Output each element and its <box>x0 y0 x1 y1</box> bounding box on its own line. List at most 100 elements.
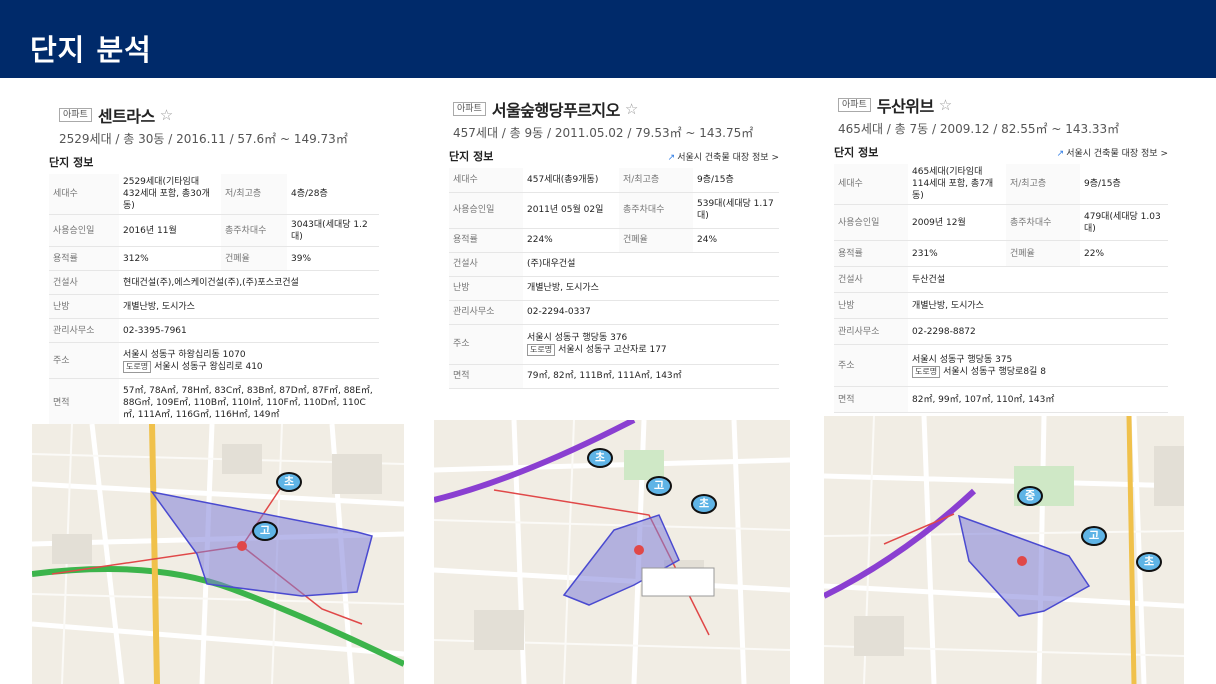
office-label: 관리사무소 <box>49 318 119 343</box>
apartment-tag: 아파트 <box>838 98 871 112</box>
area-label: 면적 <box>49 378 119 427</box>
map-view-2[interactable]: 초 고 초 <box>434 420 790 684</box>
road-address-value: 서울시 성동구 행당로8길 8 <box>943 366 1046 377</box>
area-value: 57㎡, 78A㎡, 78H㎡, 83C㎡, 83B㎡, 87D㎡, 87F㎡,… <box>119 378 379 427</box>
chart-icon: ↗ <box>1056 148 1065 159</box>
far-value: 312% <box>119 246 221 271</box>
builder-label: 건설사 <box>834 266 908 293</box>
complex-name[interactable]: 센트라스 <box>98 103 155 127</box>
apartment-tag: 아파트 <box>59 108 92 122</box>
road-tag: 도로명 <box>123 360 152 373</box>
map-view-3[interactable]: 중 고 초 <box>824 416 1184 684</box>
bcr-value: 39% <box>287 246 379 271</box>
favorite-star-icon[interactable]: ☆ <box>625 100 638 118</box>
complex-summary: 465세대 / 총 7동 / 2009.12 / 82.55㎡ ~ 143.33… <box>838 122 1120 136</box>
road-tag: 도로명 <box>527 344 556 356</box>
heating-value: 개별난방, 도시가스 <box>908 292 1168 319</box>
households-value: 457세대(총9개동) <box>523 168 619 193</box>
section-title: 단지 정보 <box>449 150 494 163</box>
office-value: 02-2298-8872 <box>908 318 1168 345</box>
heating-label: 난방 <box>834 292 908 319</box>
area-label: 면적 <box>449 364 523 389</box>
high-school-icon[interactable]: 고 <box>252 521 278 541</box>
section-title: 단지 정보 <box>49 156 94 169</box>
heating-value: 개별난방, 도시가스 <box>523 276 779 301</box>
approval-label: 사용승인일 <box>49 214 119 247</box>
bcr-label: 건폐율 <box>619 228 693 253</box>
far-label: 용적률 <box>834 240 908 267</box>
office-label: 관리사무소 <box>449 300 523 325</box>
page-header: 단지 분석 <box>0 0 1216 78</box>
floors-label: 저/최고층 <box>221 174 287 215</box>
complex-panel-1: 아파트 센트라스 ☆ 2529세대 / 총 30동 / 2016.11 / 57… <box>49 104 379 427</box>
address-value: 서울시 성동구 하왕십리동 1070 <box>123 349 246 360</box>
floors-value: 9층/15층 <box>693 168 779 193</box>
high-school-icon[interactable]: 고 <box>1081 526 1107 546</box>
office-label: 관리사무소 <box>834 318 908 345</box>
address-value: 서울시 성동구 행당동 376 <box>527 333 628 343</box>
complex-name[interactable]: 두산위브 <box>877 93 934 117</box>
builder-value: 두산건설 <box>908 266 1168 293</box>
page-title: 단지 분석 <box>30 33 152 67</box>
parking-label: 총주차대수 <box>1006 204 1080 241</box>
floors-value: 9층/15층 <box>1080 164 1168 205</box>
road-address-value: 서울시 성동구 고산자로 177 <box>558 345 667 355</box>
elementary-school-icon-2[interactable]: 초 <box>691 494 717 514</box>
area-value: 82㎡, 99㎡, 107㎡, 110㎡, 143㎡ <box>908 386 1168 413</box>
bcr-label: 건폐율 <box>221 246 287 271</box>
area-label: 면적 <box>834 386 908 413</box>
complex-name[interactable]: 서울숲행당푸르지오 <box>492 97 620 121</box>
far-label: 용적률 <box>49 246 119 271</box>
favorite-star-icon[interactable]: ☆ <box>939 96 952 114</box>
builder-label: 건설사 <box>49 270 119 295</box>
registry-link[interactable]: ↗ 서울시 건축물 대장 정보 > <box>1057 146 1168 159</box>
office-value: 02-2294-0337 <box>523 300 779 325</box>
floors-value: 4층/28층 <box>287 174 379 215</box>
far-value: 224% <box>523 228 619 253</box>
far-value: 231% <box>908 240 1006 267</box>
parking-value: 479대(세대당 1.03대) <box>1080 204 1168 241</box>
parking-label: 총주차대수 <box>619 192 693 229</box>
heating-label: 난방 <box>449 276 523 301</box>
elementary-school-icon[interactable]: 초 <box>1136 552 1162 572</box>
bcr-value: 24% <box>693 228 779 253</box>
floors-label: 저/최고층 <box>619 168 693 193</box>
parking-value: 539대(세대당 1.17대) <box>693 192 779 229</box>
households-value: 2529세대(기타임대 432세대 포함, 총30개동) <box>119 174 221 215</box>
section-title: 단지 정보 <box>834 146 879 159</box>
apartment-tag: 아파트 <box>453 102 486 116</box>
area-value: 79㎡, 82㎡, 111B㎡, 111A㎡, 143㎡ <box>523 364 779 389</box>
complex-summary: 2529세대 / 총 30동 / 2016.11 / 57.6㎡ ~ 149.7… <box>59 132 348 146</box>
address-label: 주소 <box>449 324 523 365</box>
builder-value: 현대건설(주),에스케이건설(주),(주)포스코건설 <box>119 270 379 295</box>
builder-label: 건설사 <box>449 252 523 277</box>
approval-value: 2011년 05월 02일 <box>523 192 619 229</box>
builder-value: (주)대우건설 <box>523 252 779 277</box>
heating-value: 개별난방, 도시가스 <box>119 294 379 319</box>
complex-panel-3: 아파트 두산위브 ☆ 465세대 / 총 7동 / 2009.12 / 82.5… <box>834 94 1168 413</box>
approval-label: 사용승인일 <box>449 192 523 229</box>
households-label: 세대수 <box>49 174 119 215</box>
address-label: 주소 <box>49 342 119 379</box>
far-label: 용적률 <box>449 228 523 253</box>
middle-school-icon[interactable]: 중 <box>1017 486 1043 506</box>
map-view-1[interactable]: 초 고 <box>32 424 404 684</box>
approval-value: 2009년 12월 <box>908 204 1006 241</box>
complex-info-table: 세대수 2529세대(기타임대 432세대 포함, 총30개동) 저/최고층 4… <box>49 174 379 427</box>
households-label: 세대수 <box>834 164 908 205</box>
address-value: 서울시 성동구 행당동 375 <box>912 354 1013 365</box>
office-value: 02-3395-7961 <box>119 318 379 343</box>
complex-info-table: 세대수 465세대(기타임대 114세대 포함, 총7개동) 저/최고층 9층/… <box>834 164 1168 413</box>
parking-label: 총주차대수 <box>221 214 287 247</box>
elementary-school-icon[interactable]: 초 <box>587 448 613 468</box>
address-label: 주소 <box>834 344 908 387</box>
floors-label: 저/최고층 <box>1006 164 1080 205</box>
complex-summary: 457세대 / 총 9동 / 2011.05.02 / 79.53㎡ ~ 143… <box>453 126 754 140</box>
registry-link[interactable]: ↗ 서울시 건축물 대장 정보 > <box>668 150 779 163</box>
approval-value: 2016년 11월 <box>119 214 221 247</box>
households-value: 465세대(기타임대 114세대 포함, 총7개동) <box>908 164 1006 205</box>
heating-label: 난방 <box>49 294 119 319</box>
high-school-icon[interactable]: 고 <box>646 476 672 496</box>
favorite-star-icon[interactable]: ☆ <box>160 106 173 124</box>
elementary-school-icon[interactable]: 초 <box>276 472 302 492</box>
